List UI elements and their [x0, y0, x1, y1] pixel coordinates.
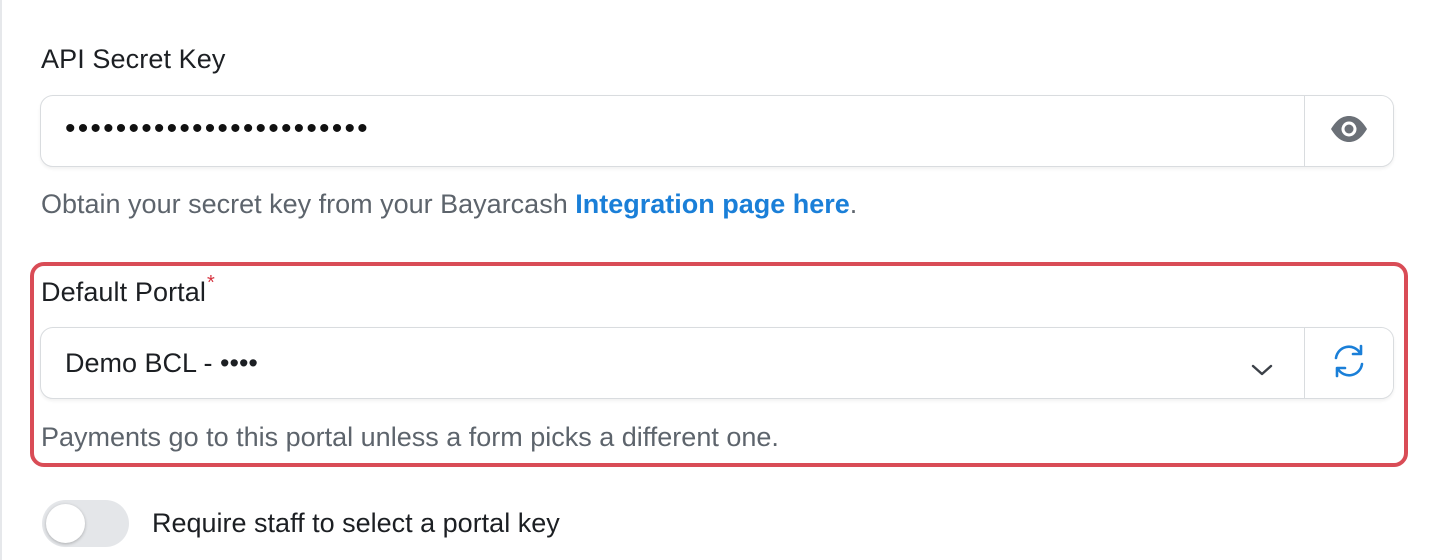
chevron-down-icon	[1250, 354, 1274, 385]
api-secret-input[interactable]: ••••••••••••••••••••••••	[41, 96, 1304, 166]
api-secret-help-prefix: Obtain your secret key from your Bayarca…	[41, 189, 576, 219]
left-divider	[0, 0, 2, 560]
refresh-portals-button[interactable]	[1304, 328, 1393, 398]
api-secret-masked-value: ••••••••••••••••••••••••	[65, 112, 370, 145]
integration-page-link[interactable]: Integration page here	[575, 189, 850, 219]
require-staff-toggle[interactable]	[42, 500, 129, 547]
default-portal-label: Default Portal*	[41, 272, 215, 308]
eye-icon	[1329, 115, 1369, 148]
toggle-knob	[46, 504, 85, 543]
api-secret-label: API Secret Key	[41, 44, 226, 74]
require-staff-label: Require staff to select a portal key	[152, 508, 560, 538]
required-marker: *	[206, 272, 215, 294]
api-secret-input-group: ••••••••••••••••••••••••	[40, 95, 1394, 167]
api-secret-help-suffix: .	[849, 189, 858, 219]
toggle-visibility-button[interactable]	[1304, 96, 1393, 166]
default-portal-select-group: Demo BCL - ••••	[40, 327, 1394, 399]
default-portal-label-text: Default Portal	[41, 277, 206, 307]
default-portal-help: Payments go to this portal unless a form…	[41, 422, 779, 452]
default-portal-select[interactable]: Demo BCL - ••••	[41, 328, 1304, 398]
default-portal-selected-value: Demo BCL - ••••	[65, 347, 258, 378]
api-secret-help: Obtain your secret key from your Bayarca…	[41, 189, 857, 220]
refresh-icon	[1331, 343, 1367, 384]
